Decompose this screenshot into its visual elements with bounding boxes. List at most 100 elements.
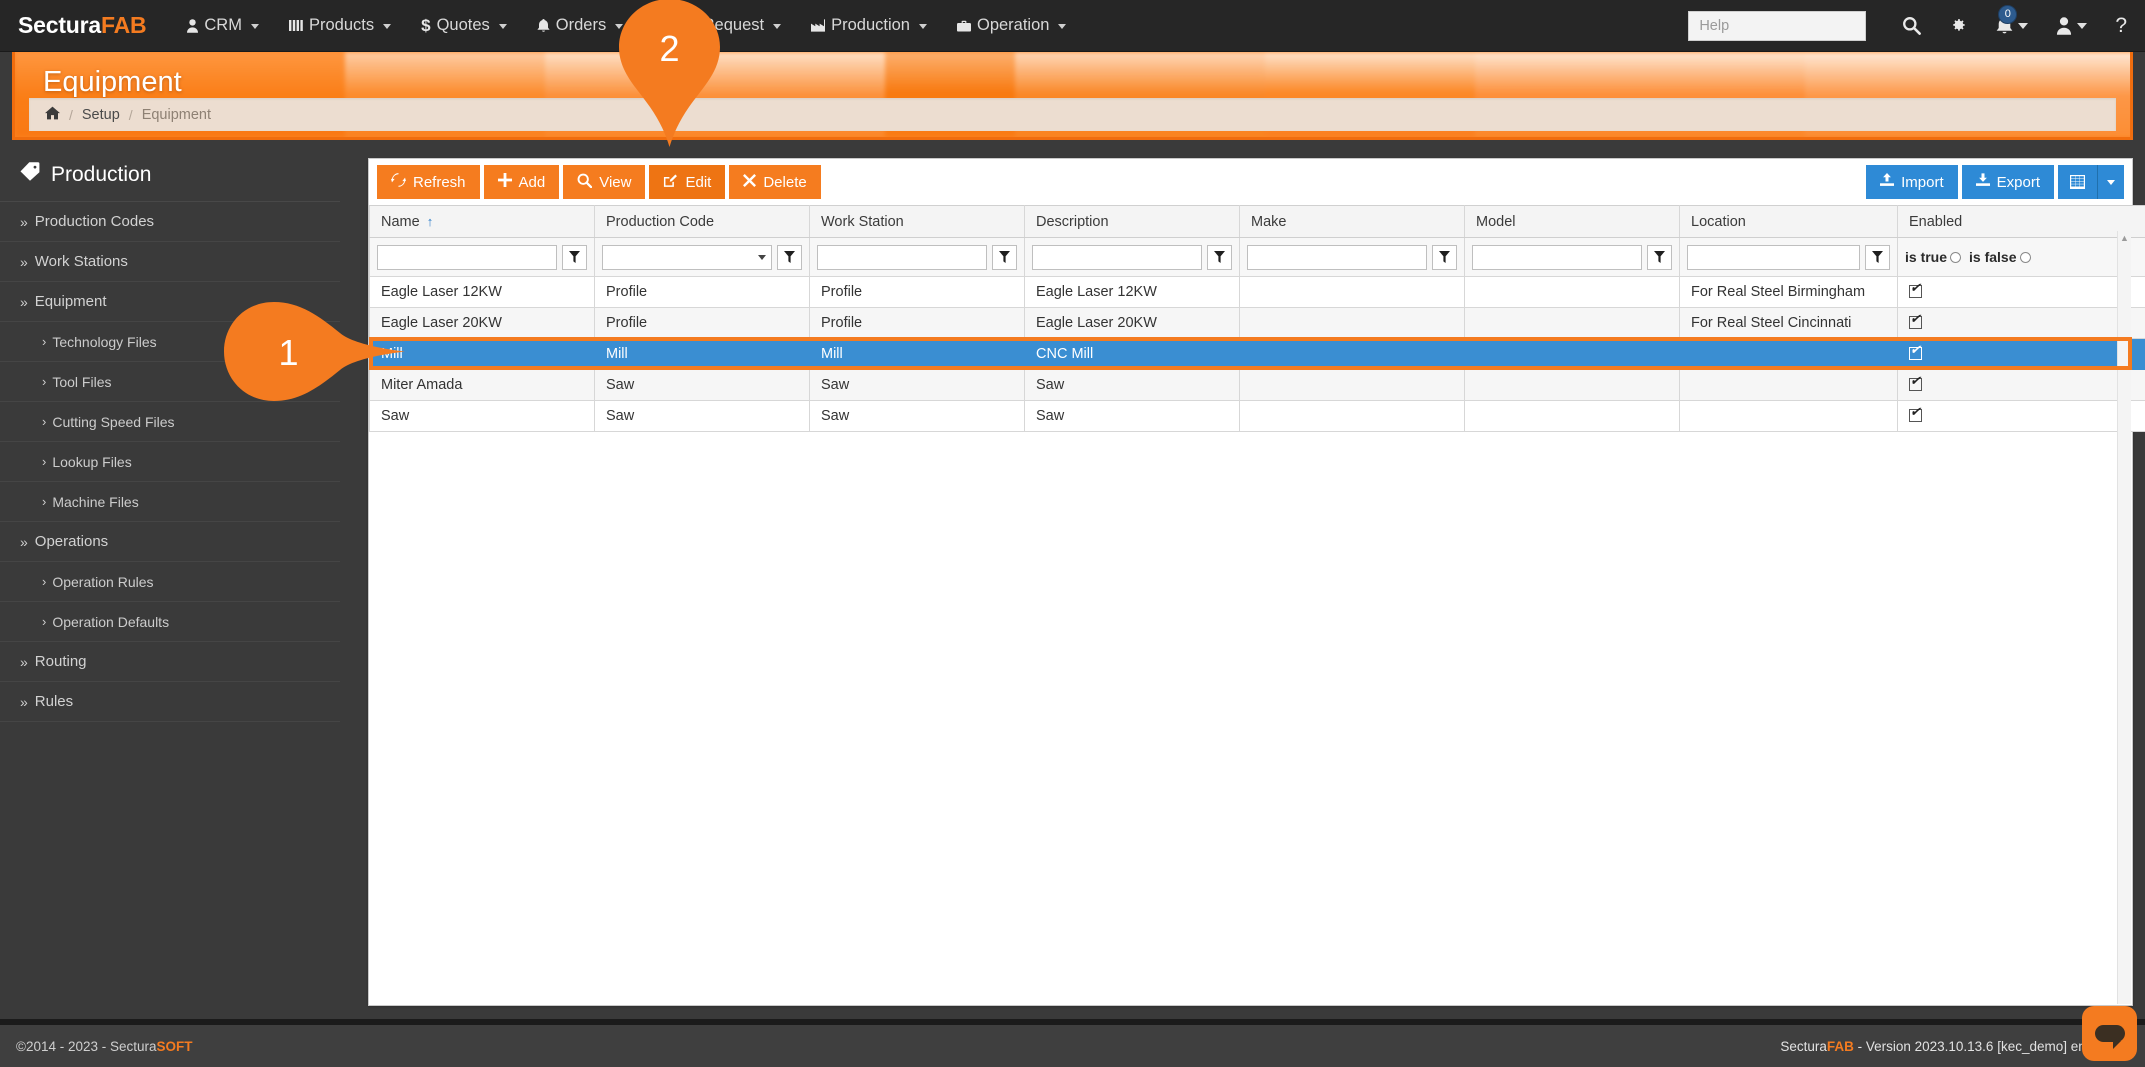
chevron-down-icon	[498, 24, 507, 29]
callout-pin-shape	[619, 0, 720, 147]
table-row[interactable]: Saw Saw Saw Saw	[369, 400, 2145, 432]
column-header-model[interactable]: Model	[1464, 205, 1680, 238]
user-account-icon[interactable]	[2056, 16, 2088, 35]
filter-cell-description	[1024, 237, 1240, 277]
filter-input-work-station[interactable]	[817, 244, 987, 270]
chevron-right-icon: ›	[42, 614, 47, 629]
table-row[interactable]: Miter Amada Saw Saw Saw	[369, 369, 2145, 401]
funnel-icon[interactable]	[777, 244, 802, 270]
filter-is-false-radio[interactable]	[2019, 251, 2031, 263]
funnel-icon[interactable]	[1207, 244, 1232, 270]
cell-description: CNC Mill	[1024, 338, 1240, 370]
breadcrumb-item-setup[interactable]: Setup	[82, 107, 120, 123]
sidebar-item-label: Operation Defaults	[52, 613, 170, 630]
filter-cell-work-station	[809, 237, 1025, 277]
funnel-icon[interactable]	[1432, 244, 1457, 270]
import-button[interactable]: Import	[1866, 165, 1958, 199]
user-icon	[187, 18, 199, 33]
view-label: View	[599, 173, 632, 191]
nav-item-production[interactable]: Production	[796, 0, 942, 51]
grid-toolbar: Refresh Add View Edit Delete Import Expo…	[369, 159, 2132, 205]
filter-select-production-code[interactable]	[602, 244, 772, 270]
sidebar-item-work-stations[interactable]: » Work Stations	[0, 242, 340, 282]
add-button[interactable]: Add	[483, 165, 560, 199]
nav-item-operation[interactable]: Operation	[942, 0, 1081, 51]
sidebar-item-lookup-files[interactable]: › Lookup Files	[0, 442, 340, 482]
filter-is-true-radio[interactable]	[1950, 251, 1962, 263]
notifications-bell-icon[interactable]: 0	[1996, 4, 2029, 35]
column-header-work-station[interactable]: Work Station	[809, 205, 1025, 238]
table-icon[interactable]	[2058, 165, 2098, 199]
filter-input-name[interactable]	[377, 244, 557, 270]
export-button[interactable]: Export	[1961, 165, 2054, 199]
view-button[interactable]: View	[563, 165, 646, 199]
question-mark-icon[interactable]: ?	[2115, 14, 2127, 38]
sidebar-item-rules[interactable]: » Rules	[0, 682, 340, 722]
copyright-text: ©2014 - 2023 - SecturaSOFT	[16, 1039, 193, 1054]
funnel-icon[interactable]	[1865, 244, 1890, 270]
column-header-description[interactable]: Description	[1024, 205, 1240, 238]
funnel-icon[interactable]	[1647, 244, 1672, 270]
grid-vertical-scrollbar[interactable]: ▲	[2117, 231, 2131, 1004]
cell-production-code: Profile	[594, 276, 810, 308]
dollar-icon: $	[421, 15, 431, 35]
filter-input-description[interactable]	[1032, 244, 1202, 270]
production-icon	[811, 19, 826, 32]
column-header-name[interactable]: Name ↑	[369, 205, 595, 238]
table-row-selected[interactable]: Mill Mill Mill CNC Mill	[369, 338, 2145, 370]
refresh-icon	[391, 173, 406, 191]
chevron-right-icon: ›	[42, 494, 47, 509]
chevron-double-right-icon: »	[20, 213, 28, 230]
search-icon[interactable]	[1902, 16, 1922, 35]
column-header-make[interactable]: Make	[1239, 205, 1465, 238]
sidebar-item-label: Work Stations	[34, 253, 128, 270]
chevron-right-icon: ›	[42, 574, 47, 589]
table-row[interactable]: Eagle Laser 20KW Profile Profile Eagle L…	[369, 307, 2145, 339]
chevron-double-right-icon: »	[20, 693, 28, 710]
cell-enabled	[1897, 276, 2145, 308]
gear-icon[interactable]	[1949, 16, 1968, 35]
column-header-enabled[interactable]: Enabled	[1897, 205, 2145, 238]
column-header-production-code[interactable]: Production Code	[594, 205, 810, 238]
sidebar-item-operations[interactable]: » Operations	[0, 522, 340, 562]
table-row[interactable]: Eagle Laser 12KW Profile Profile Eagle L…	[369, 276, 2145, 308]
edit-button[interactable]: Edit	[649, 165, 726, 199]
filter-input-location[interactable]	[1687, 244, 1860, 270]
page-title: Equipment	[43, 66, 182, 98]
scroll-up-arrow-icon[interactable]: ▲	[2118, 231, 2131, 245]
edit-pencil-icon	[663, 173, 678, 192]
filter-input-make[interactable]	[1247, 244, 1427, 270]
sidebar-title: Production	[0, 148, 340, 202]
column-header-location[interactable]: Location	[1679, 205, 1898, 238]
chat-bubble-shape	[2094, 1025, 2125, 1049]
sidebar-item-label: Operation Rules	[52, 573, 154, 590]
home-icon[interactable]	[45, 106, 60, 124]
brand-logo[interactable]: SecturaFAB	[18, 12, 147, 39]
nav-label: Production	[831, 16, 910, 34]
help-search-input[interactable]: Help	[1688, 10, 1867, 41]
sidebar-item-machine-files[interactable]: › Machine Files	[0, 482, 340, 522]
cell-production-code: Mill	[594, 338, 810, 370]
brand-accent: FAB	[100, 12, 147, 38]
nav-item-quotes[interactable]: $ Quotes	[406, 0, 522, 51]
chevron-down-icon[interactable]	[2098, 165, 2124, 199]
sidebar-item-operation-defaults[interactable]: › Operation Defaults	[0, 602, 340, 642]
funnel-icon[interactable]	[992, 244, 1017, 270]
nav-item-products[interactable]: Products	[274, 0, 406, 51]
sidebar-item-cutting-speed-files[interactable]: › Cutting Speed Files	[0, 402, 340, 442]
sidebar-item-routing[interactable]: » Routing	[0, 642, 340, 682]
chevron-double-right-icon: »	[20, 653, 28, 670]
grid-options-split-button	[2058, 165, 2124, 199]
filter-input-model[interactable]	[1472, 244, 1642, 270]
funnel-icon[interactable]	[562, 244, 587, 270]
sidebar-item-production-codes[interactable]: » Production Codes	[0, 202, 340, 242]
nav-item-crm[interactable]: CRM	[172, 0, 274, 51]
chat-bubble-icon[interactable]	[2082, 1006, 2137, 1061]
refresh-button[interactable]: Refresh	[377, 165, 480, 199]
sidebar-item-operation-rules[interactable]: › Operation Rules	[0, 562, 340, 602]
chevron-down-icon	[773, 24, 782, 29]
filter-cell-make	[1239, 237, 1465, 277]
delete-button[interactable]: Delete	[729, 165, 821, 199]
breadcrumb-separator: /	[69, 106, 73, 123]
cell-production-code: Saw	[594, 400, 810, 432]
